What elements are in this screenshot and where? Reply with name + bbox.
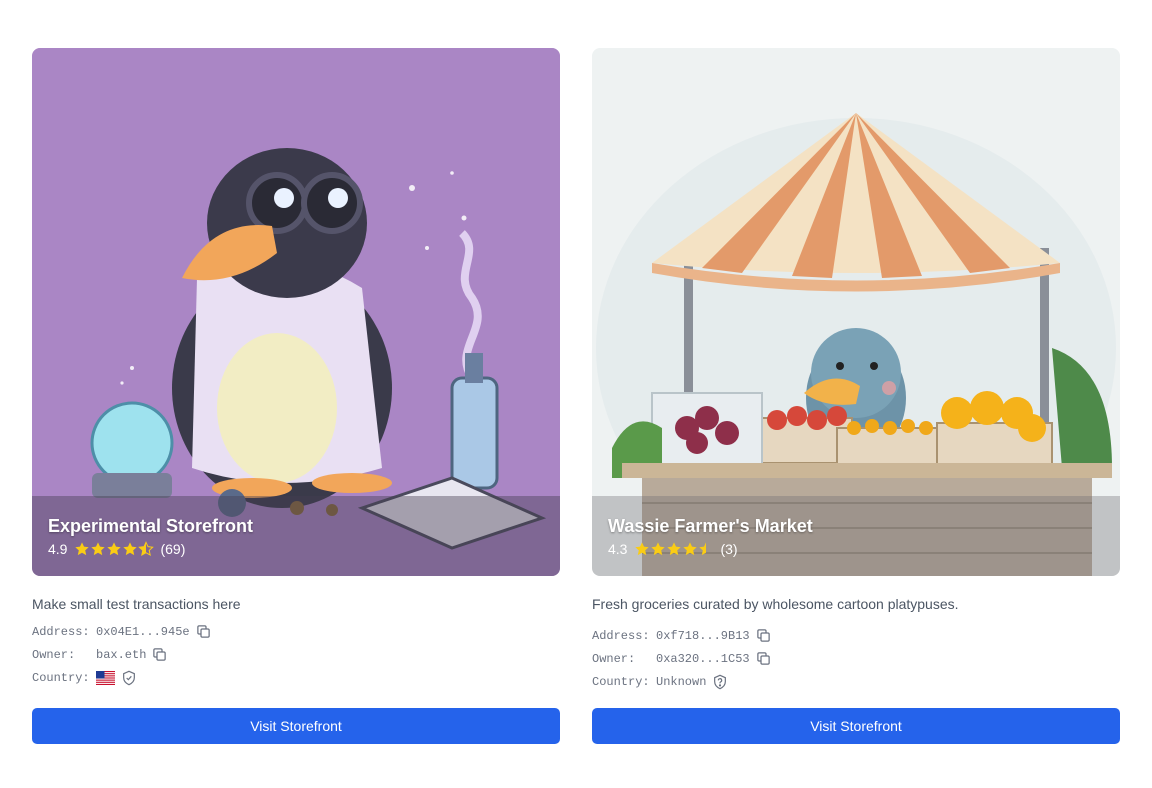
country-label: Country: xyxy=(32,670,90,685)
star-icon xyxy=(667,542,682,556)
owner-row: Owner: bax.eth xyxy=(32,643,560,666)
owner-value: bax.eth xyxy=(96,647,147,662)
shield-question-icon xyxy=(714,674,727,689)
owner-label: Owner: xyxy=(592,651,636,666)
star-rating xyxy=(74,541,155,557)
store-description: Fresh groceries curated by wholesome car… xyxy=(592,596,959,612)
storefront-hero[interactable]: Experimental Storefront 4.9 (69) xyxy=(32,48,560,576)
us-flag-icon xyxy=(96,670,115,685)
owner-value: 0xa320...1C53 xyxy=(656,651,750,666)
rating-value: 4.9 xyxy=(48,541,68,557)
star-icon xyxy=(75,542,90,556)
star-icon xyxy=(107,542,122,556)
store-name: Wassie Farmer's Market xyxy=(608,516,813,536)
star-rating xyxy=(634,541,714,557)
address-row: Address: 0x04E1...945e xyxy=(32,620,560,643)
address-value: 0x04E1...945e xyxy=(96,624,190,639)
copy-icon[interactable] xyxy=(756,651,771,666)
address-value: 0xf718...9B13 xyxy=(656,628,750,643)
star-icon xyxy=(683,542,698,556)
storefront-overlay: Experimental Storefront 4.9 (69) xyxy=(32,496,560,576)
copy-icon[interactable] xyxy=(152,647,167,662)
star-icon xyxy=(123,542,138,556)
shield-check-icon xyxy=(123,670,135,685)
owner-label: Owner: xyxy=(32,647,76,662)
star-icon xyxy=(651,542,666,556)
storefront-card: Experimental Storefront 4.9 (69) Make sm… xyxy=(32,48,560,744)
star-icon xyxy=(91,542,106,556)
rating-row: 4.3 (3) xyxy=(608,541,1104,557)
address-label: Address: xyxy=(32,624,90,639)
visit-storefront-button[interactable]: Visit Storefront xyxy=(592,708,1120,744)
store-name: Experimental Storefront xyxy=(48,516,254,536)
storefront-grid: Experimental Storefront 4.9 (69) Make sm… xyxy=(32,48,1120,744)
star-icon xyxy=(635,542,650,556)
review-count: (3) xyxy=(720,541,738,557)
address-label: Address: xyxy=(592,628,650,643)
country-value: Unknown xyxy=(656,674,707,689)
rating-value: 4.3 xyxy=(608,541,628,557)
owner-row: Owner: 0xa320...1C53 xyxy=(592,647,1120,670)
storefront-hero[interactable]: Wassie Farmer's Market 4.3 (3) xyxy=(592,48,1120,576)
country-row: Country: Unknown xyxy=(592,670,1120,693)
copy-icon[interactable] xyxy=(196,624,211,639)
storefront-card: Wassie Farmer's Market 4.3 (3) Fresh gro… xyxy=(592,48,1120,744)
store-meta: Address: 0x04E1...945e Owner: bax.eth Co… xyxy=(32,620,560,689)
country-label: Country: xyxy=(592,674,650,689)
address-row: Address: 0xf718...9B13 xyxy=(592,624,1120,647)
copy-icon[interactable] xyxy=(756,628,771,643)
store-description: Make small test transactions here xyxy=(32,596,241,612)
star-half-icon xyxy=(138,541,155,557)
storefront-overlay: Wassie Farmer's Market 4.3 (3) xyxy=(592,496,1120,576)
star-half-icon xyxy=(699,542,707,556)
store-meta: Address: 0xf718...9B13 Owner: 0xa320...1… xyxy=(592,624,1120,693)
rating-row: 4.9 (69) xyxy=(48,541,544,557)
country-row: Country: xyxy=(32,666,560,689)
visit-storefront-button[interactable]: Visit Storefront xyxy=(32,708,560,744)
review-count: (69) xyxy=(160,541,186,557)
